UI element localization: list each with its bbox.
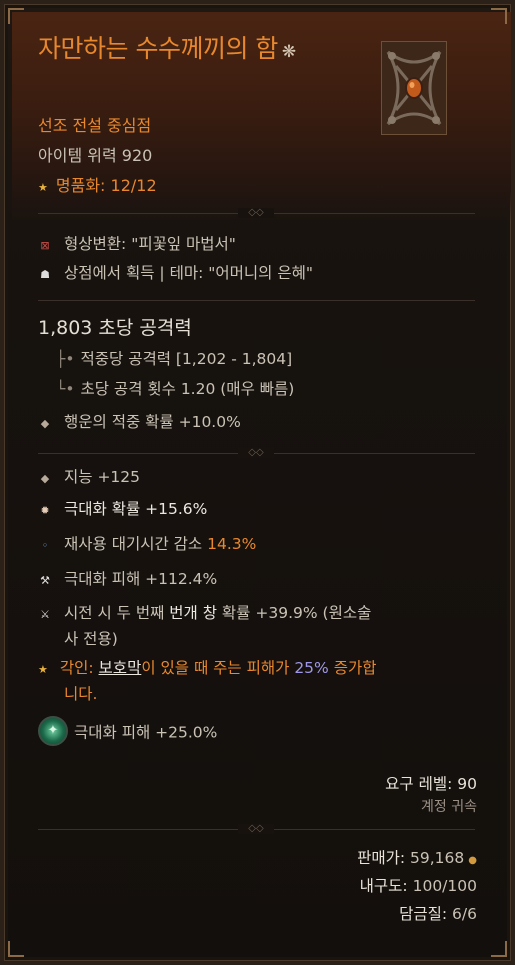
item-image [381, 41, 447, 135]
affix-text: 극대화 피해 +112.4% [64, 570, 218, 588]
section-divider: ◇◇ [38, 824, 475, 834]
tempered-affix-icon: ◦ [41, 539, 49, 552]
section-divider: ◇◇ [38, 208, 475, 218]
divider-ornament-icon: ◇◇ [238, 824, 274, 834]
affix-text: 사 전용) [64, 630, 118, 648]
dps-value: 1,803 초당 공격력 [38, 317, 192, 339]
sell-label: 판매가: [357, 849, 406, 867]
temper-count: 담금질: 6/6 [399, 902, 477, 924]
legendary-value: 25% [294, 659, 329, 677]
affix-label: 재사용 대기시간 감소 [64, 535, 208, 553]
affix-label: 극대화 확률 [64, 500, 141, 518]
shop-text: 상점에서 획득 | 테마: "어머니의 은혜" [64, 264, 313, 282]
masterwork-level: ★ 명품화: 12/12 [38, 172, 157, 196]
corner-ornament [8, 8, 24, 24]
gem-bonus-text: 극대화 피해 +25.0% [74, 723, 218, 742]
temper-label: 담금질: [399, 905, 448, 923]
item-title-text: 자만하는 수수께끼의 함 [38, 34, 278, 63]
greater-affix-icon: ✹ [40, 504, 50, 517]
focus-item-icon [382, 42, 446, 134]
affix-crit-damage: ⚒ 극대화 피해 +112.4% [38, 567, 217, 589]
durability-value: 100/100 [412, 877, 477, 895]
socketed-gem: ✦ 극대화 피해 +25.0% [38, 716, 218, 748]
shop-line: ☗ 상점에서 획득 | 테마: "어머니의 은혜" [38, 261, 313, 283]
transmog-icon: ⊠ [40, 239, 50, 252]
item-power: 아이템 위력 920 [38, 146, 153, 165]
section-divider: ◇◇ [38, 448, 475, 458]
legendary-prefix: 각인: [59, 659, 99, 677]
legendary-text: 이 있을 때 주는 피해가 [141, 659, 295, 677]
emerald-gem-icon: ✦ [38, 716, 68, 746]
lucky-hit-line: ◆ 행운의 적중 확률 +10.0% [38, 410, 241, 432]
attack-speed: └• 초당 공격 횟수 1.20 (매우 빠름) [56, 377, 294, 399]
legendary-aspect: ★ 각인: 보호막이 있을 때 주는 피해가 25% 증가합 니다. [38, 656, 478, 707]
tempering-hammer-icon: ⚒ [40, 574, 50, 587]
divider-ornament-icon: ◇◇ [238, 208, 274, 218]
tempering-blade-icon: ⚔ [40, 608, 50, 621]
durability-label: 내구도: [359, 877, 408, 895]
required-level-text: 요구 레벨: 90 [385, 775, 477, 793]
ancestral-star-icon: ❋ [281, 42, 296, 62]
damage-per-hit-text: 적중당 공격력 [1,202 - 1,804] [80, 350, 293, 368]
tree-branch-icon: └• [56, 380, 75, 398]
star-icon: ★ [38, 181, 48, 194]
attack-speed-text: 초당 공격 횟수 1.20 (매우 빠름) [80, 380, 295, 398]
transmog-text: 형상변환: "피꽃잎 마법서" [64, 235, 236, 253]
corner-ornament [491, 941, 507, 957]
lucky-hit-text: 행운의 적중 확률 +10.0% [64, 413, 241, 431]
corner-ornament [491, 8, 507, 24]
legendary-star-icon: ★ [38, 663, 48, 676]
divider-ornament-icon: ◇◇ [238, 448, 274, 458]
gold-coin-icon: ● [468, 855, 477, 866]
shop-bag-icon: ☗ [40, 268, 50, 281]
damage-per-hit: ├• 적중당 공격력 [1,202 - 1,804] [56, 347, 292, 369]
skill-name: 번개 창 [169, 604, 217, 622]
affix-value: +15.6% [145, 500, 208, 518]
keyword-barrier[interactable]: 보호막 [99, 659, 142, 677]
affix-text: 확률 +39.9% (원소술 [217, 604, 372, 622]
transmog-line: ⊠ 형상변환: "피꽃잎 마법서" [38, 232, 236, 254]
legendary-text: 니다. [64, 685, 98, 703]
account-bound: 계정 귀속 [421, 799, 477, 815]
affix-text: 지능 +125 [64, 468, 141, 486]
affix-text: 시전 시 두 번째 [64, 604, 170, 622]
item-title: 자만하는 수수께끼의 함 ❋ [38, 33, 368, 68]
legendary-text: 증가합 [328, 659, 377, 677]
sell-amount: 59,168 [410, 849, 465, 867]
affix-intelligence: ◆ 지능 +125 [38, 465, 140, 487]
item-type: 선조 전설 중심점 [38, 116, 152, 135]
masterwork-text: 명품화: 12/12 [55, 176, 157, 195]
affix-lightning-spear: ⚔ 시전 시 두 번째 번개 창 확률 +39.9% (원소술 사 전용) [38, 601, 371, 652]
affix-cooldown: ◦ 재사용 대기시간 감소 14.3% [38, 532, 257, 554]
section-divider [38, 300, 475, 301]
durability: 내구도: 100/100 [360, 874, 477, 896]
temper-value: 6/6 [452, 905, 477, 923]
sell-value: 판매가: 59,168 ● [357, 846, 477, 868]
tree-branch-icon: ├• [56, 350, 75, 368]
diamond-bullet-icon: ◆ [40, 417, 50, 430]
required-level: 요구 레벨: 90 [385, 772, 477, 794]
diamond-bullet-icon: ◆ [40, 472, 50, 485]
affix-value: 14.3% [207, 535, 257, 553]
affix-crit-chance: ✹ 극대화 확률 +15.6% [38, 497, 207, 519]
corner-ornament [8, 941, 24, 957]
